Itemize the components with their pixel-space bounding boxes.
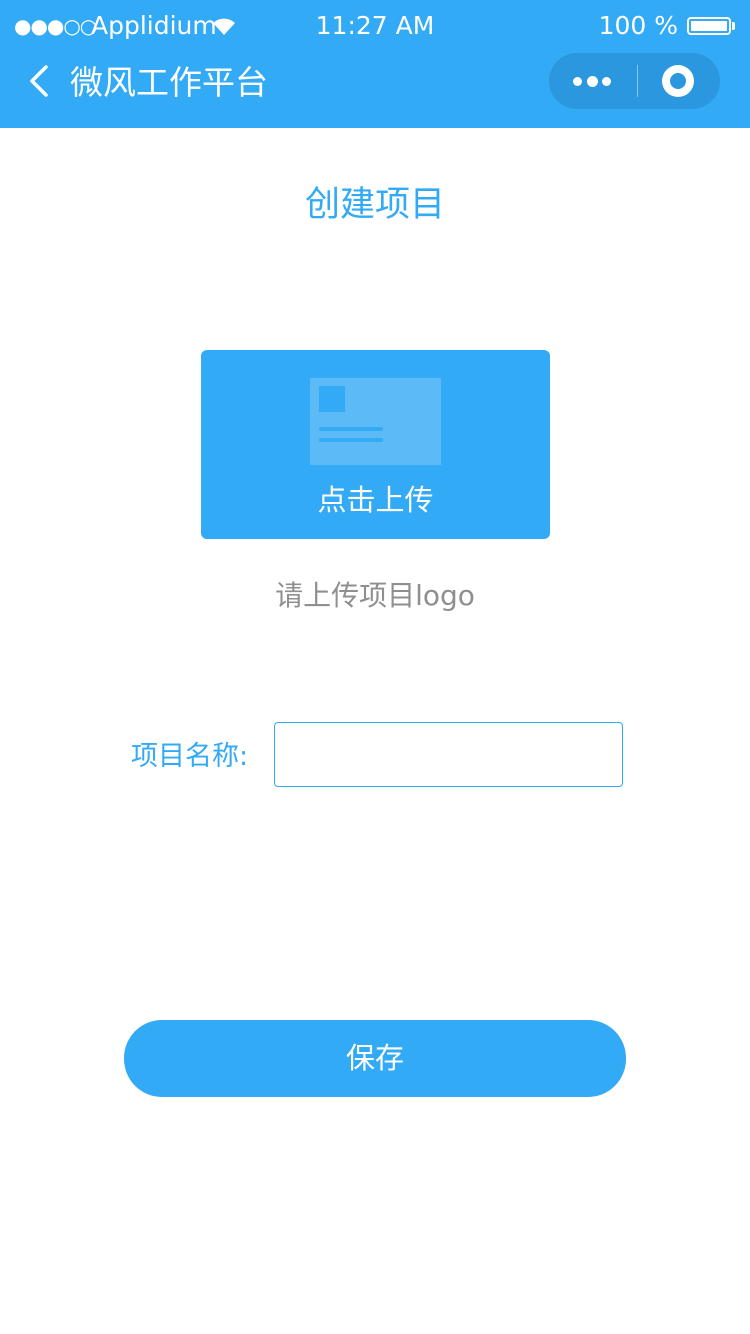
back-chevron-icon[interactable] <box>22 58 62 104</box>
capsule-divider <box>637 65 638 97</box>
status-bar: ●●●○○ Applidium 11:27 AM 100 % <box>0 0 750 50</box>
header-bar: ●●●○○ Applidium 11:27 AM 100 % 微风工作平台 <box>0 0 750 128</box>
battery-tip <box>732 22 735 30</box>
battery-icon <box>687 17 731 35</box>
save-button[interactable]: 保存 <box>124 1020 626 1097</box>
more-dots-icon[interactable] <box>549 53 634 109</box>
page-title: 创建项目 <box>304 185 445 225</box>
mini-program-capsule <box>549 53 720 109</box>
upload-logo-button[interactable]: 点击上传 <box>201 350 550 539</box>
id-card-image-icon <box>310 378 441 465</box>
upload-label: 点击上传 <box>317 483 434 517</box>
close-target-icon[interactable] <box>662 65 694 97</box>
project-name-input[interactable] <box>274 722 623 787</box>
project-name-label: 项目名称: <box>131 741 249 772</box>
battery-percent: 100 % <box>598 11 678 40</box>
upload-hint: 请上传项目logo <box>275 579 475 612</box>
nav-title: 微风工作平台 <box>70 63 268 102</box>
